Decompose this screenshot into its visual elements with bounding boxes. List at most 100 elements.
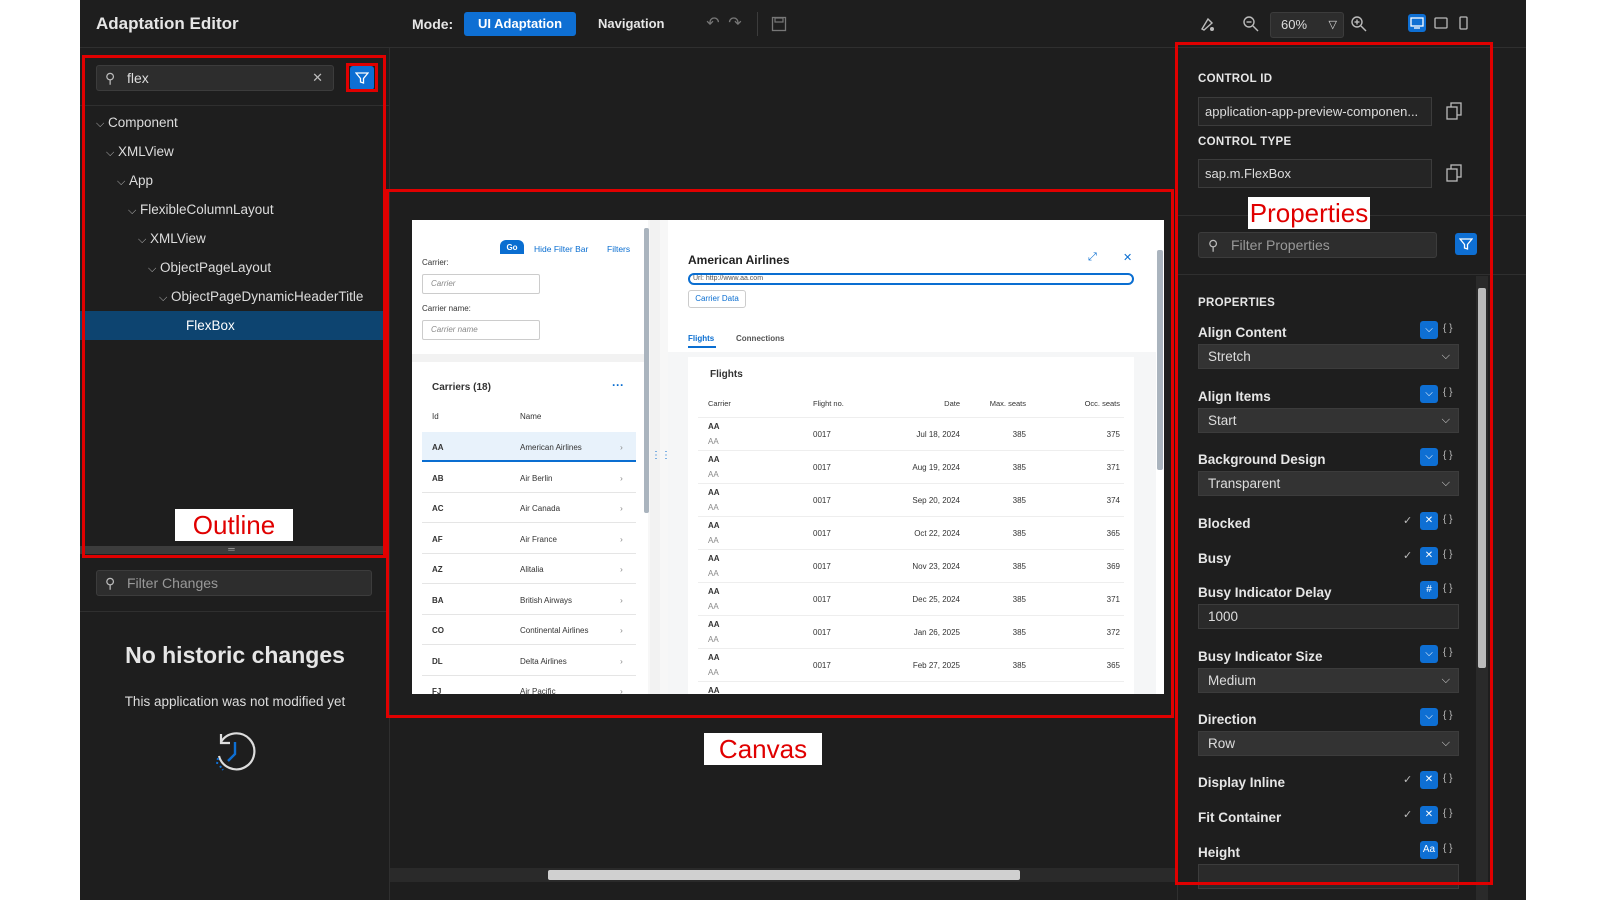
tree-node[interactable]: ⌵ XMLView xyxy=(106,137,174,166)
scrollbar-thumb[interactable] xyxy=(548,870,1020,880)
tree-node[interactable]: ⌵ App xyxy=(117,166,153,195)
check-icon[interactable]: ✓ xyxy=(1403,514,1412,527)
preview-carrier-row[interactable]: AA American Airlines › xyxy=(422,432,636,462)
property-input[interactable] xyxy=(1198,864,1459,889)
more-icon[interactable]: ··· xyxy=(612,378,624,392)
preview-flight-row[interactable]: AA xyxy=(698,681,1124,694)
binding-icon[interactable]: { } xyxy=(1443,710,1452,721)
desktop-view-icon[interactable] xyxy=(1408,14,1426,32)
control-id-field[interactable]: application-app-preview-componen... xyxy=(1198,97,1432,126)
preview-scrollbar[interactable] xyxy=(644,228,649,513)
preview-flight-row[interactable]: AA AA 0017 Jan 26, 2025 385 372 xyxy=(698,615,1124,648)
check-icon[interactable]: ✓ xyxy=(1403,549,1412,562)
property-select[interactable]: Row ⌵ xyxy=(1198,731,1459,756)
theme-icon[interactable] xyxy=(1196,13,1218,35)
chevron-down-icon[interactable]: ⌵ xyxy=(117,168,129,197)
preview-carrier-row[interactable]: CO Continental Airlines › xyxy=(422,615,636,645)
preview-filters-link[interactable]: Filters xyxy=(607,244,630,254)
preview-carrier-row[interactable]: FJ Air Pacific › xyxy=(422,676,636,694)
zoom-out-icon[interactable] xyxy=(1240,13,1262,35)
tree-node[interactable]: ⌵ Component xyxy=(96,108,178,137)
close-icon[interactable]: ✕ xyxy=(1420,771,1438,789)
property-select[interactable]: Medium ⌵ xyxy=(1198,668,1459,693)
preview-flight-row[interactable]: AA AA 0017 Oct 22, 2024 385 365 xyxy=(698,516,1124,549)
property-select[interactable]: Start ⌵ xyxy=(1198,408,1459,433)
binding-icon[interactable]: { } xyxy=(1443,387,1452,398)
binding-icon[interactable]: { } xyxy=(1443,808,1452,819)
copy-icon[interactable] xyxy=(1446,102,1462,120)
properties-scrollbar[interactable] xyxy=(1476,276,1488,900)
preview-flight-row[interactable]: AA AA 0017 Sep 20, 2024 385 374 xyxy=(698,483,1124,516)
binding-icon[interactable]: { } xyxy=(1443,549,1452,560)
app-preview[interactable]: Go Hide Filter Bar Filters Carrier: Carr… xyxy=(412,220,1164,694)
preview-flight-row[interactable]: AA AA 0017 Aug 19, 2024 385 371 xyxy=(698,450,1124,483)
panel-resize-handle[interactable]: ═ xyxy=(80,545,383,554)
preview-carrier-row[interactable]: AC Air Canada › xyxy=(422,493,636,523)
binding-icon[interactable]: { } xyxy=(1443,773,1452,784)
binding-icon[interactable]: { } xyxy=(1443,450,1452,461)
chevron-down-icon[interactable]: ⌵ xyxy=(159,284,171,313)
redo-icon[interactable]: ↷ xyxy=(724,13,746,35)
properties-filter-input[interactable]: ⚲ Filter Properties xyxy=(1198,232,1437,258)
binding-icon[interactable]: { } xyxy=(1443,514,1452,525)
preview-carrier-input[interactable]: Carrier xyxy=(422,274,540,294)
preview-carrier-row[interactable]: DL Delta Airlines › xyxy=(422,646,636,676)
copy-icon[interactable] xyxy=(1446,164,1462,182)
mode-ui-adaptation-button[interactable]: UI Adaptation xyxy=(464,12,577,36)
preview-flight-row[interactable]: AA AA 0017 Feb 27, 2025 385 365 xyxy=(698,648,1124,681)
chevron-down-icon[interactable]: ⌵ xyxy=(96,110,108,139)
properties-filter-button[interactable] xyxy=(1455,233,1477,255)
binding-icon[interactable]: { } xyxy=(1443,583,1452,594)
preview-carrier-data-button[interactable]: Carrier Data xyxy=(688,290,746,308)
tree-node[interactable]: ⌵ XMLView xyxy=(138,224,206,253)
preview-tab-flights[interactable]: Flights xyxy=(688,334,714,343)
drag-handle-icon[interactable]: ⋮⋮ xyxy=(651,450,671,464)
preview-column-sash[interactable]: ⋮⋮ xyxy=(650,220,671,694)
chevron-down-icon[interactable]: ⌵ xyxy=(1420,645,1438,663)
save-icon[interactable] xyxy=(768,13,790,35)
property-input[interactable]: 1000 xyxy=(1198,604,1459,629)
chevron-down-icon[interactable]: ⌵ xyxy=(138,226,150,255)
fullscreen-icon[interactable]: ⤢ xyxy=(1088,251,1097,264)
binding-icon[interactable]: { } xyxy=(1443,323,1452,334)
binding-icon[interactable]: { } xyxy=(1443,843,1452,854)
check-icon[interactable]: ✓ xyxy=(1403,773,1412,786)
preview-go-button[interactable]: Go xyxy=(500,240,524,254)
preview-carrier-row[interactable]: AF Air France › xyxy=(422,524,636,554)
clear-icon[interactable]: ✕ xyxy=(312,66,323,90)
preview-flight-row[interactable]: AA AA 0017 Nov 23, 2024 385 369 xyxy=(698,549,1124,582)
undo-icon[interactable]: ↶ xyxy=(702,13,724,35)
tree-node[interactable]: ⌵ FlexibleColumnLayout xyxy=(128,195,274,224)
text-icon[interactable]: Aa xyxy=(1420,841,1438,859)
preview-tab-connections[interactable]: Connections xyxy=(736,334,784,343)
chevron-down-icon[interactable]: ⌵ xyxy=(1420,708,1438,726)
preview-carrier-name-input[interactable]: Carrier name xyxy=(422,320,540,340)
chevron-down-icon[interactable]: ⌵ xyxy=(1420,321,1438,339)
tree-node[interactable]: ⌵ ObjectPageDynamicHeaderTitle xyxy=(159,282,363,311)
chevron-down-icon[interactable]: ⌵ xyxy=(1420,448,1438,466)
check-icon[interactable]: ✓ xyxy=(1403,808,1412,821)
outline-search-input[interactable]: ⚲ flex ✕ xyxy=(96,65,334,91)
preview-carrier-row[interactable]: BA British Airways › xyxy=(422,585,636,615)
preview-detail-scrollbar[interactable] xyxy=(1157,250,1163,470)
mode-navigation-button[interactable]: Navigation xyxy=(584,12,678,36)
hash-icon[interactable]: # xyxy=(1420,581,1438,599)
chevron-down-icon[interactable]: ⌵ xyxy=(148,255,160,284)
scrollbar-thumb[interactable] xyxy=(1478,288,1486,668)
preview-carrier-row[interactable]: AZ Alitalia › xyxy=(422,554,636,584)
preview-carrier-row[interactable]: AB Air Berlin › xyxy=(422,463,636,493)
preview-flight-row[interactable]: AA AA 0017 Dec 25, 2024 385 371 xyxy=(698,582,1124,615)
tree-node[interactable]: FlexBox xyxy=(80,311,383,340)
changes-filter-input[interactable]: ⚲ Filter Changes xyxy=(96,570,372,596)
binding-icon[interactable]: { } xyxy=(1443,647,1452,658)
chevron-down-icon[interactable]: ⌵ xyxy=(106,139,118,168)
canvas-horizontal-scrollbar[interactable] xyxy=(390,868,1176,882)
tablet-view-icon[interactable] xyxy=(1432,14,1450,32)
phone-view-icon[interactable] xyxy=(1454,14,1472,32)
chevron-down-icon[interactable]: ⌵ xyxy=(1420,385,1438,403)
preview-hide-filter-bar-link[interactable]: Hide Filter Bar xyxy=(534,244,588,254)
close-icon[interactable]: ✕ xyxy=(1420,512,1438,530)
outline-filter-button[interactable] xyxy=(350,66,374,90)
chevron-down-icon[interactable]: ⌵ xyxy=(128,197,140,226)
preview-flight-row[interactable]: AA AA 0017 Jul 18, 2024 385 375 xyxy=(698,417,1124,450)
